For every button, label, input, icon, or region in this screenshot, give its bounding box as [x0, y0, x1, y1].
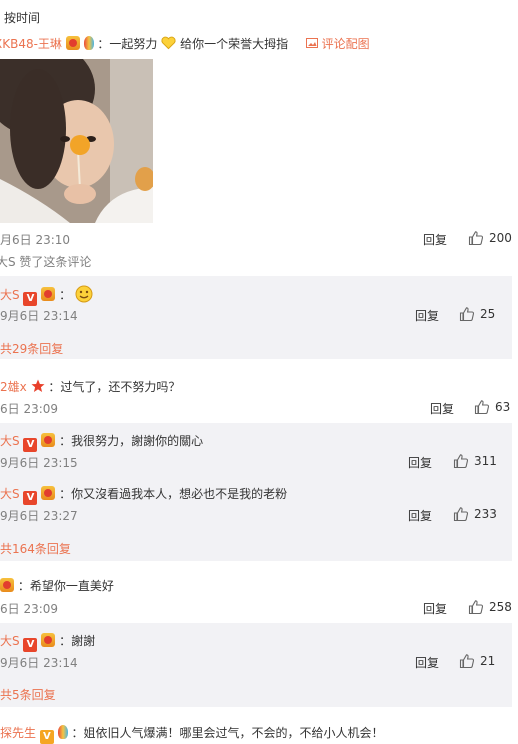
comment-4-text: ：姐依旧人气爆满！哪里会过气，不会的，不给小人机会！ [71, 726, 384, 740]
comment-3-like-button[interactable]: 258 [468, 599, 512, 615]
thumb-up-icon [474, 400, 490, 415]
reply-3-1-author[interactable]: 大S [0, 634, 20, 648]
crown-badge-icon [0, 578, 14, 592]
comment-attached-photo[interactable] [0, 59, 153, 223]
crown-badge-icon [41, 486, 56, 500]
reply-3-1-body: 大S V ：謝謝 [0, 632, 95, 652]
comment-4-body: 探先生 V ：姐依旧人气爆满！哪里会过气，不会的，不给小人机会！ [0, 724, 384, 744]
thumb-up-icon [453, 507, 469, 522]
comment-1-reply-button[interactable]: 回复 [423, 231, 447, 248]
comment-1-liked-by: 大S 赞了这条评论 [0, 253, 91, 270]
star-badge-icon [31, 379, 45, 392]
reply-3-1-like-button[interactable]: 21 [459, 653, 495, 669]
reply-1-1-like-button[interactable]: 25 [459, 306, 495, 322]
reply-1-1-reply-button[interactable]: 回复 [415, 307, 439, 324]
comment-1-author[interactable]: XKB48-王琳 [0, 37, 62, 51]
reply-2-1-like-count: 311 [474, 454, 497, 468]
comment-4-author[interactable]: 探先生 [0, 726, 36, 740]
reply-1-1-body: 大S V ： [0, 285, 93, 306]
reply-2-1-author[interactable]: 大S [0, 434, 20, 448]
thumb-up-icon [468, 231, 484, 246]
reply-1-1-like-count: 25 [480, 307, 496, 321]
verified-v-icon: V [23, 438, 38, 452]
image-icon [305, 38, 318, 48]
crown-badge-icon [41, 633, 56, 647]
comment-3-like-count: 258 [489, 600, 512, 614]
crown-badge-icon [65, 36, 80, 50]
reply-3-1-like-count: 21 [480, 654, 496, 668]
comment-3-more-replies[interactable]: 共5条回复 [0, 686, 56, 703]
comment-1-pic-link[interactable]: 评论配图 [322, 37, 370, 51]
reply-2-2-like-button[interactable]: 233 [453, 506, 497, 522]
reply-1-1-time: 9月6日 23:14 [0, 309, 78, 323]
comment-2-like-button[interactable]: 63 [474, 399, 510, 415]
comment-1-text-b: 给你一个荣誉大拇指 [180, 37, 289, 51]
thumb-up-icon [468, 600, 484, 615]
reply-3-1-time: 9月6日 23:14 [0, 656, 78, 670]
liked-by-text: 大S 赞了这条评论 [0, 255, 92, 269]
thumb-up-icon [459, 654, 475, 669]
reply-2-2-body: 大S V ：你又沒看過我本人，想必也不是我的老粉 [0, 485, 287, 505]
reply-2-1-time: 9月6日 23:15 [0, 456, 78, 470]
crown-badge-icon [41, 287, 56, 301]
verified-v-icon: V [39, 730, 54, 744]
comment-2-body: 2雄x ：过气了，还不努力吗？ [0, 378, 180, 395]
comment-1-time: 月6日 23:10 [0, 233, 71, 247]
thumb-up-icon [459, 307, 475, 322]
verified-v-icon: V [23, 292, 38, 306]
comment-2-time: 6日 23:09 [0, 402, 59, 416]
bulb-badge-icon [57, 725, 68, 739]
sort-by-time[interactable]: 按时间 [4, 9, 40, 26]
reply-3-1-text: ：謝謝 [59, 634, 96, 648]
bulb-badge-icon [83, 36, 94, 50]
comment-3-text: ：希望你一直美好 [17, 579, 114, 593]
comment-1-body: XKB48-王琳 ：一起努力 给你一个荣誉大拇指 评论配图 [0, 35, 370, 52]
verified-v-icon: V [23, 491, 38, 505]
smile-emoji [75, 285, 93, 303]
comment-2-author[interactable]: 2雄x [0, 380, 27, 394]
reply-1-1-text: ： [59, 288, 72, 302]
comment-1-text-a: ：一起努力 [97, 37, 158, 51]
comment-3-time: 6日 23:09 [0, 602, 59, 616]
comment-2-reply-button[interactable]: 回复 [430, 400, 454, 417]
reply-3-1-reply-button[interactable]: 回复 [415, 654, 439, 671]
reply-2-2-author[interactable]: 大S [0, 487, 20, 501]
reply-2-2-reply-button[interactable]: 回复 [408, 507, 432, 524]
comment-2-text: ：过气了，还不努力吗？ [48, 380, 181, 394]
reply-1-1-author[interactable]: 大S [0, 288, 20, 302]
reply-2-1-text: ：我很努力，謝謝你的關心 [59, 434, 204, 448]
photo-content [0, 59, 153, 223]
reply-2-1-like-button[interactable]: 311 [453, 453, 497, 469]
comment-1-like-count: 200 [489, 231, 512, 245]
reply-2-2-time: 9月6日 23:27 [0, 509, 78, 523]
thumb-up-icon [453, 454, 469, 469]
reply-2-2-like-count: 233 [474, 507, 497, 521]
comment-1-more-replies[interactable]: 共29条回复 [0, 340, 63, 357]
reply-2-2-text: ：你又沒看過我本人，想必也不是我的老粉 [59, 487, 288, 501]
comment-3-body: ：希望你一直美好 [0, 577, 114, 594]
reply-2-1-body: 大S V ：我很努力，謝謝你的關心 [0, 432, 203, 452]
comment-1-like-button[interactable]: 200 [468, 230, 512, 246]
yellow-heart-emoji [161, 36, 176, 50]
comment-3-reply-button[interactable]: 回复 [423, 600, 447, 617]
crown-badge-icon [41, 433, 56, 447]
reply-2-1-reply-button[interactable]: 回复 [408, 454, 432, 471]
verified-v-icon: V [23, 638, 38, 652]
comment-2-more-replies[interactable]: 共164条回复 [0, 540, 71, 557]
comment-2-like-count: 63 [495, 400, 511, 414]
